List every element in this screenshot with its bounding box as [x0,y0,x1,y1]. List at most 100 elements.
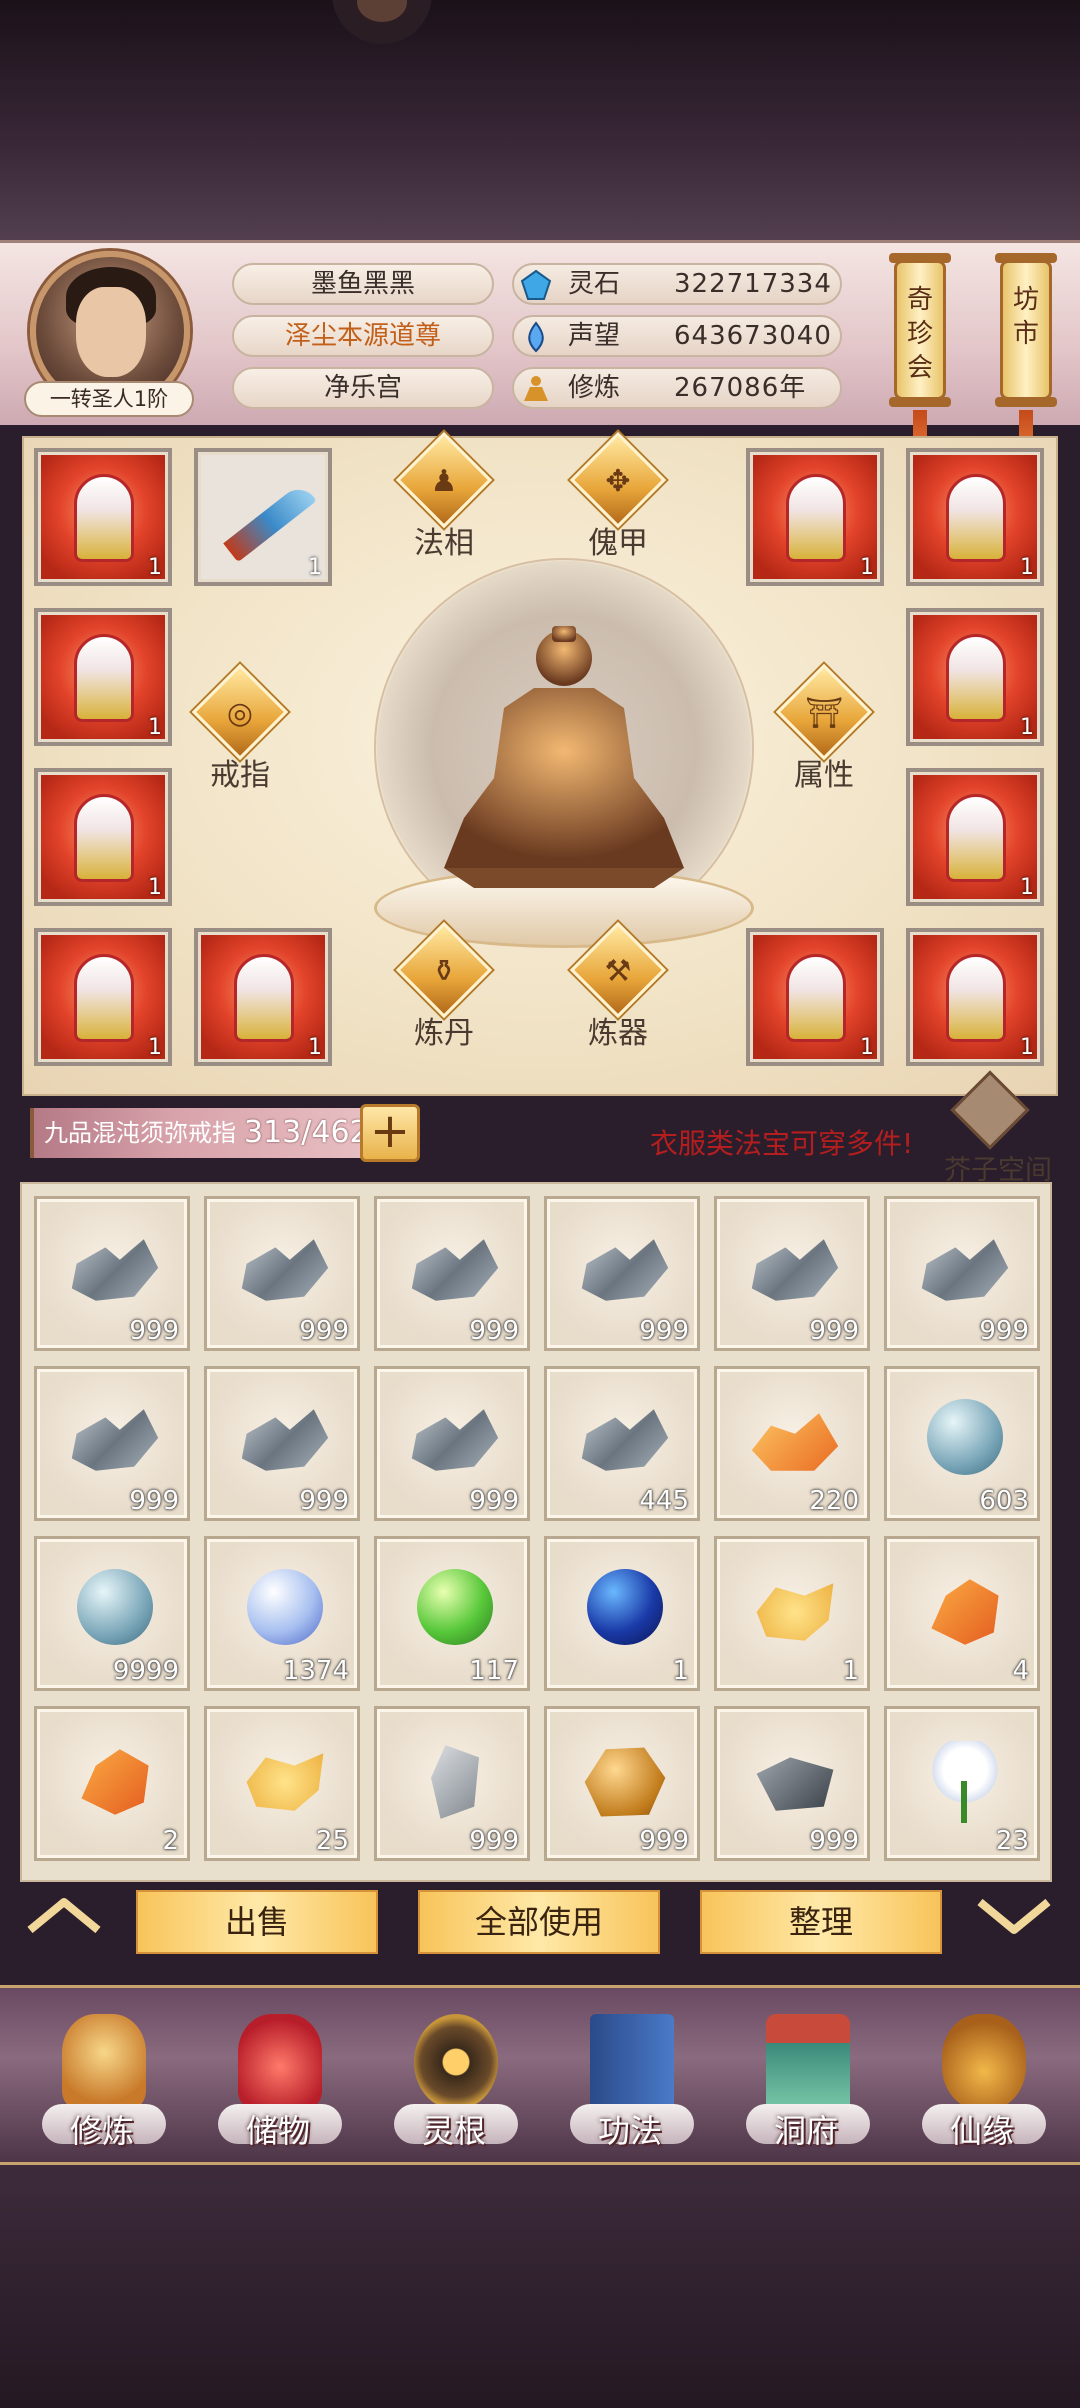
rock-item-icon [756,1757,834,1811]
slot-count: 1 [148,555,162,580]
nav-cave[interactable]: 洞府 [736,2008,876,2158]
ore-item-icon [241,1409,329,1471]
equip-slot[interactable]: 1 [906,448,1044,586]
inventory-slot[interactable]: 1 [714,1536,870,1691]
resource-value: 643673040 [674,321,832,351]
attributes-button[interactable]: ⛩ 属性 [775,663,873,793]
expand-capacity-button[interactable]: + [360,1104,420,1162]
inventory-slot[interactable]: 9999 [34,1536,190,1691]
inventory-slot[interactable]: 999 [544,1196,700,1351]
inventory-slot[interactable]: 603 [884,1366,1040,1521]
nav-storage[interactable]: 储物 [208,2008,348,2158]
ring-label: 戒指 [210,758,270,793]
kuijia-button[interactable]: ✥ 傀甲 [569,431,667,561]
sell-button[interactable]: 出售 [136,1890,378,1954]
robe-icon [946,794,1006,882]
inventory-slot[interactable]: 999 [544,1706,700,1861]
reputation-icon [528,321,544,353]
gourd-icon [942,2014,1026,2110]
nav-label: 仙缘 [949,2112,1014,2150]
orb-item-icon [927,1399,1003,1475]
ring-button[interactable]: ◎ 戒指 [191,663,289,793]
inventory-slot[interactable]: 999 [374,1706,530,1861]
resource-label: 修炼 [568,373,621,403]
equip-slot[interactable]: 1 [194,928,332,1066]
inventory-slot[interactable]: 23 [884,1706,1040,1861]
resource-reputation: 声望 643673040 [512,315,842,357]
item-count: 4 [1012,1656,1029,1686]
inventory-slot[interactable]: 999 [714,1706,870,1861]
player-title: 泽尘本源道尊 [232,315,494,357]
resource-value: 267086年 [674,373,807,403]
inventory-slot[interactable]: 25 [204,1706,360,1861]
use-all-button[interactable]: 全部使用 [418,1890,660,1954]
alchemy-button[interactable]: ⚱ 炼丹 [395,921,493,1051]
scroll-up-arrow-icon[interactable] [24,1896,104,1936]
inventory-slot[interactable]: 1374 [204,1536,360,1691]
inventory-slot[interactable]: 999 [34,1196,190,1351]
inventory-slot[interactable]: 445 [544,1366,700,1521]
robe-icon [946,634,1006,722]
equip-slot[interactable]: 1 [34,928,172,1066]
nav-label: 储物 [245,2112,310,2150]
equip-slot[interactable]: 1 [906,608,1044,746]
ore-item-icon [411,1239,499,1301]
treasure-fair-scroll[interactable]: 奇珍会 [889,253,951,407]
anvil-icon: ⚒ [604,954,632,989]
nav-technique[interactable]: 功法 [560,2008,700,2158]
equip-slot[interactable]: 1 [746,928,884,1066]
equip-slot[interactable]: 1 [34,608,172,746]
slot-count: 1 [1020,555,1034,580]
inventory-slot[interactable]: 999 [204,1196,360,1351]
ore-item-icon [71,1409,159,1471]
equip-slot[interactable]: 1 [906,928,1044,1066]
equip-slot[interactable]: 1 [34,768,172,906]
orb-item-icon [247,1569,323,1645]
market-scroll[interactable]: 坊市 [995,253,1057,407]
slot-count: 1 [308,1035,322,1060]
ring-name: 九品混沌须弥戒指 [44,1119,236,1147]
sort-button[interactable]: 整理 [700,1890,942,1954]
faxiang-button[interactable]: ♟ 法相 [395,431,493,561]
mustard-space-button[interactable] [950,1070,1030,1152]
item-count: 999 [129,1486,179,1516]
inventory-slot[interactable]: 1 [544,1536,700,1691]
ore-item-icon [921,1239,1009,1301]
item-count: 220 [809,1486,859,1516]
inventory-slot[interactable]: 999 [34,1366,190,1521]
equip-slot[interactable]: 1 [194,448,332,586]
equip-slot[interactable]: 1 [906,768,1044,906]
nav-cultivate[interactable]: 修炼 [32,2008,172,2158]
item-count: 117 [469,1656,519,1686]
item-count: 1 [842,1656,859,1686]
inventory-grid: 999 999 999 999 999 999 999 999 999 445 220 603 9999… [20,1182,1052,1882]
rank-badge: 一转圣人1阶 [24,381,194,417]
nav-destiny[interactable]: 仙缘 [912,2008,1052,2158]
item-count: 999 [129,1316,179,1346]
inventory-slot[interactable]: 999 [204,1366,360,1521]
inventory-slot[interactable]: 117 [374,1536,530,1691]
player-name: 墨鱼黑黑 [232,263,494,305]
forge-button[interactable]: ⚒ 炼器 [569,921,667,1051]
item-count: 1 [672,1656,689,1686]
inventory-slot[interactable]: 999 [374,1196,530,1351]
robe-icon [74,954,134,1042]
kuijia-label: 傀甲 [588,526,648,561]
item-count: 25 [315,1826,349,1856]
equip-slot[interactable]: 1 [34,448,172,586]
inventory-slot[interactable]: 220 [714,1366,870,1521]
ore-item-icon [241,1239,329,1301]
nav-spirit-root[interactable]: 灵根 [384,2008,524,2158]
slot-count: 1 [1020,1035,1034,1060]
inventory-slot[interactable]: 999 [374,1366,530,1521]
inventory-slot[interactable]: 999 [714,1196,870,1351]
item-count: 603 [979,1486,1029,1516]
equip-slot[interactable]: 1 [746,448,884,586]
inventory-slot[interactable]: 2 [34,1706,190,1861]
ring-icon: ◎ [226,696,254,731]
slot-count: 1 [860,1035,874,1060]
inventory-slot[interactable]: 999 [884,1196,1040,1351]
inventory-slot[interactable]: 4 [884,1536,1040,1691]
scroll-down-arrow-icon[interactable] [974,1896,1054,1936]
robe-icon [946,954,1006,1042]
